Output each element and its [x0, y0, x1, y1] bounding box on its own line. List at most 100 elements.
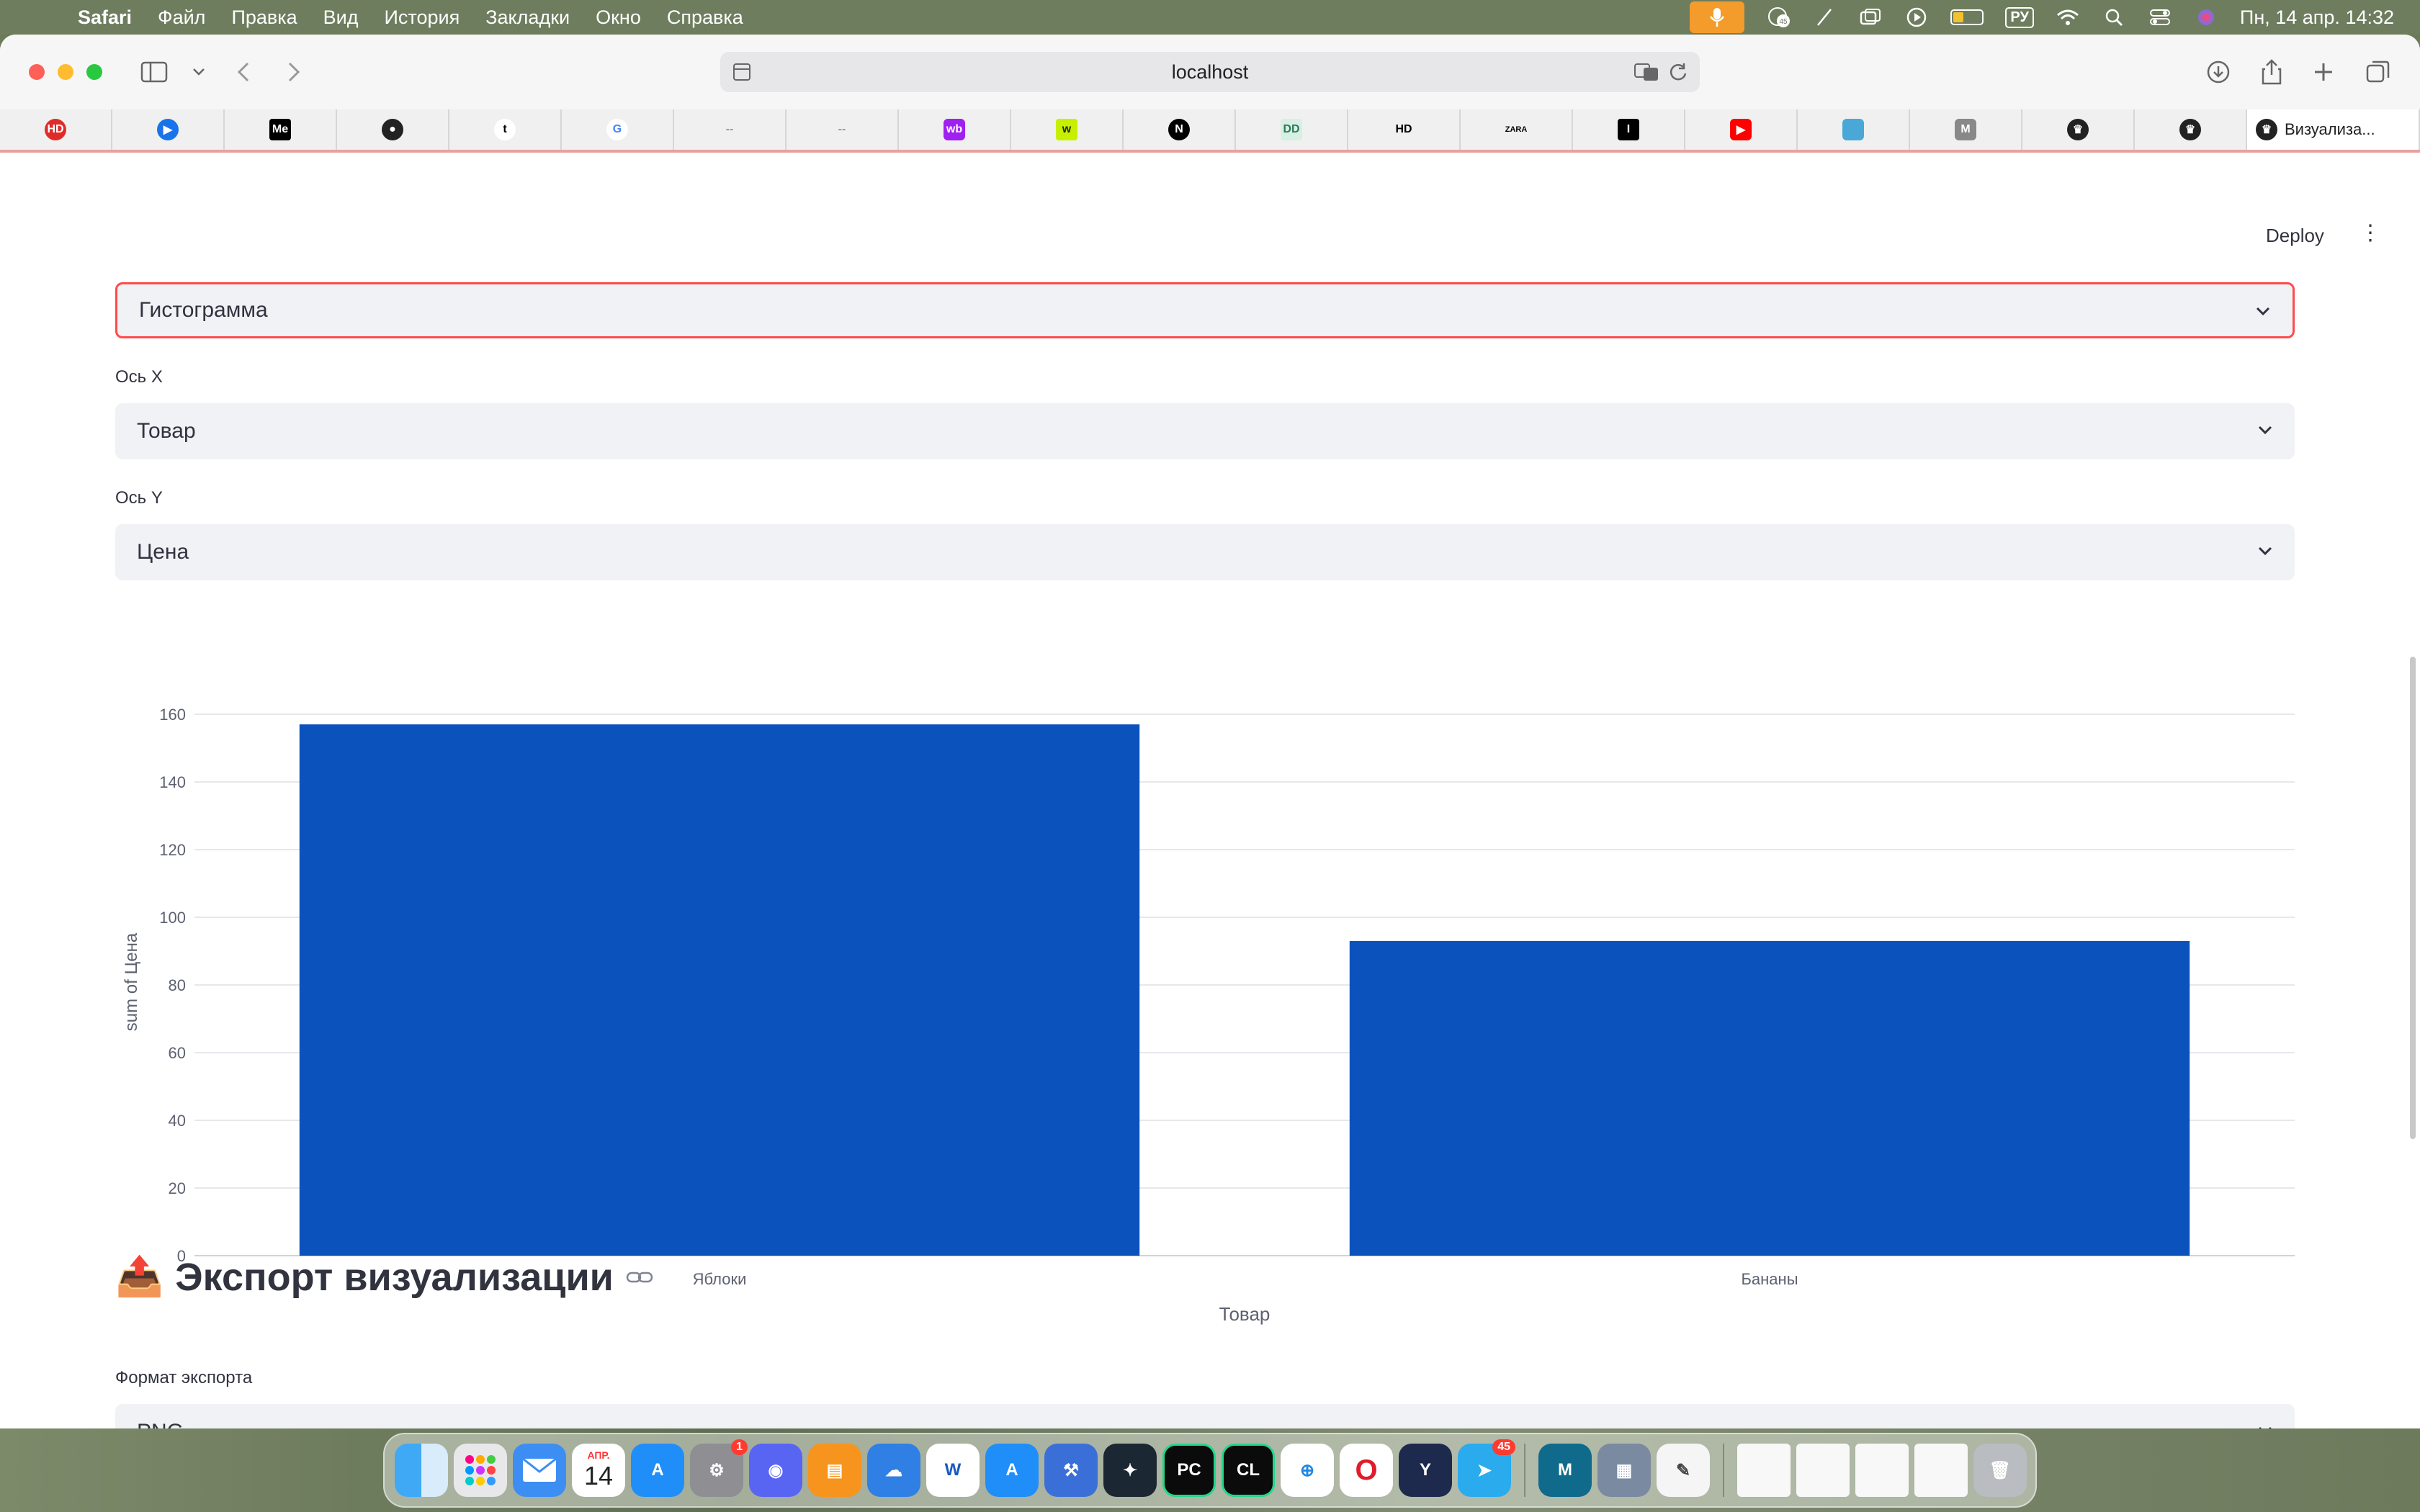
back-arrow-icon[interactable] — [228, 56, 259, 88]
preview-icon[interactable]: ▦ — [1597, 1444, 1651, 1497]
favorite-tab[interactable]: ♛ — [2135, 109, 2247, 150]
safari-icon[interactable]: ⊕ — [1281, 1444, 1334, 1497]
favorite-tab[interactable]: ● — [337, 109, 449, 150]
favorite-tab[interactable]: ♛ — [2022, 109, 2135, 150]
microphone-icon[interactable] — [1690, 1, 1745, 33]
menu-bookmarks[interactable]: Закладки — [485, 6, 570, 29]
menu-window[interactable]: Окно — [596, 6, 641, 29]
downloads-icon[interactable] — [2202, 56, 2234, 88]
clock[interactable]: Пн, 14 апр. 14:32 — [2240, 6, 2394, 29]
word-icon[interactable]: W — [926, 1444, 980, 1497]
chart-type-value: Гистограмма — [139, 298, 268, 322]
books-icon[interactable]: ▤ — [808, 1444, 861, 1497]
favorite-tab[interactable] — [1798, 109, 1910, 150]
share-icon[interactable] — [2256, 56, 2287, 88]
notifications-icon[interactable]: 45 — [1766, 7, 1791, 27]
export-format-select[interactable]: PNG — [115, 1404, 2295, 1428]
pycharm-icon[interactable]: PC — [1162, 1444, 1216, 1497]
favorite-tab[interactable]: ▶ — [112, 109, 225, 150]
favorite-tab[interactable]: G — [562, 109, 674, 150]
chart-type-select[interactable]: Гистограмма — [115, 282, 2295, 338]
chevron-down-icon[interactable] — [183, 56, 215, 88]
launchpad-icon[interactable] — [454, 1444, 507, 1497]
bar[interactable] — [299, 724, 1140, 1256]
chevron-down-icon — [2259, 1426, 2272, 1428]
search-icon[interactable] — [2102, 7, 2126, 27]
minimized-window-icon[interactable] — [1914, 1444, 1968, 1497]
menu-history[interactable]: История — [385, 6, 460, 29]
favorite-icon: N — [1168, 119, 1190, 140]
discord-icon[interactable]: ◉ — [749, 1444, 802, 1497]
xcode-appstore-icon[interactable]: A — [985, 1444, 1039, 1497]
minimized-window-icon[interactable] — [1737, 1444, 1791, 1497]
clion-icon[interactable]: CL — [1222, 1444, 1275, 1497]
favorite-tab[interactable]: Me — [225, 109, 337, 150]
favorite-tab[interactable]: M — [1910, 109, 2022, 150]
menu-file[interactable]: Файл — [158, 6, 205, 29]
minimized-window-icon[interactable] — [1855, 1444, 1909, 1497]
reload-icon[interactable] — [1668, 62, 1688, 87]
sidebar-icon[interactable] — [138, 56, 170, 88]
scrollbar[interactable] — [2410, 657, 2416, 1139]
page-content: Deploy ⋮ Гистограмма Ось X Товар Ось Y Ц… — [0, 153, 2420, 1428]
control-center-icon[interactable] — [2148, 7, 2172, 27]
menu-app-name[interactable]: Safari — [78, 6, 132, 29]
favorite-tab[interactable]: wb — [899, 109, 1011, 150]
bar-chart[interactable]: 020406080100120140160Яблоки БананыТоварsu… — [115, 642, 2295, 1333]
translate-icon[interactable] — [1634, 62, 1659, 87]
minimized-window-icon[interactable] — [1796, 1444, 1850, 1497]
main-menu-icon[interactable]: ⋮ — [2360, 220, 2381, 246]
minimize-window-button[interactable] — [58, 64, 73, 80]
favorite-tab[interactable]: DD — [1236, 109, 1348, 150]
battery-icon[interactable] — [1950, 9, 1984, 25]
finder-icon[interactable] — [395, 1444, 448, 1497]
forward-arrow-icon[interactable] — [278, 56, 310, 88]
bar[interactable] — [1349, 940, 2190, 1256]
yandex-browser-icon[interactable]: Y — [1399, 1444, 1452, 1497]
deploy-button[interactable]: Deploy — [2266, 225, 2324, 247]
favorite-tab[interactable]: ▶ — [1685, 109, 1798, 150]
textedit-icon[interactable]: ✎ — [1657, 1444, 1710, 1497]
tab-overview-icon[interactable] — [2362, 56, 2394, 88]
favorite-tab[interactable]: HD — [1348, 109, 1461, 150]
calendar-icon[interactable]: АПР. 14 — [572, 1444, 625, 1497]
weather-icon[interactable]: ☁ — [867, 1444, 920, 1497]
trash-icon[interactable]: 🗑 — [1973, 1444, 2027, 1497]
favorite-tab[interactable]: -- — [786, 109, 899, 150]
windows-icon[interactable] — [1858, 7, 1883, 27]
favorite-tab[interactable]: ZARA — [1461, 109, 1573, 150]
close-window-button[interactable] — [29, 64, 45, 80]
opera-icon[interactable]: O — [1340, 1444, 1393, 1497]
favorite-tab[interactable]: -- — [674, 109, 786, 150]
new-tab-icon[interactable] — [2308, 56, 2339, 88]
menu-view[interactable]: Вид — [323, 6, 359, 29]
address-bar[interactable]: localhost — [720, 52, 1700, 92]
system-settings-icon[interactable]: ⚙ 1 — [690, 1439, 748, 1497]
menu-help[interactable]: Справка — [667, 6, 743, 29]
menu-edit[interactable]: Правка — [231, 6, 297, 29]
favorite-tab[interactable]: N — [1124, 109, 1236, 150]
active-tab[interactable]: ♛ Визуализа... — [2247, 109, 2420, 150]
x-axis-select[interactable]: Товар — [115, 403, 2295, 459]
favorite-tab[interactable]: HD — [0, 109, 112, 150]
pen-icon[interactable] — [1812, 7, 1837, 27]
export-heading: 📤 Экспорт визуализации — [115, 1254, 654, 1300]
telegram-icon[interactable]: ➤ 45 — [1458, 1439, 1515, 1497]
maximize-window-button[interactable] — [86, 64, 102, 80]
favorite-tab[interactable]: w — [1011, 109, 1124, 150]
favorite-tab[interactable]: I — [1573, 109, 1685, 150]
mail-icon[interactable] — [513, 1444, 566, 1497]
favorite-icon: w — [1056, 119, 1077, 140]
xcode-icon[interactable]: ⚒ — [1044, 1444, 1098, 1497]
wifi-icon[interactable] — [2056, 7, 2080, 27]
y-axis-select[interactable]: Цена — [115, 524, 2295, 580]
siri-icon[interactable] — [2194, 7, 2218, 27]
app-icon[interactable]: M — [1538, 1444, 1592, 1497]
link-icon[interactable] — [625, 1267, 654, 1287]
app-store-icon[interactable]: A — [631, 1444, 684, 1497]
favorite-tab[interactable]: t — [449, 109, 562, 150]
input-language[interactable]: РУ — [2005, 6, 2034, 28]
page-settings-icon[interactable] — [732, 62, 753, 87]
play-icon[interactable] — [1904, 7, 1929, 27]
chatgpt-icon[interactable]: ✦ — [1103, 1444, 1157, 1497]
